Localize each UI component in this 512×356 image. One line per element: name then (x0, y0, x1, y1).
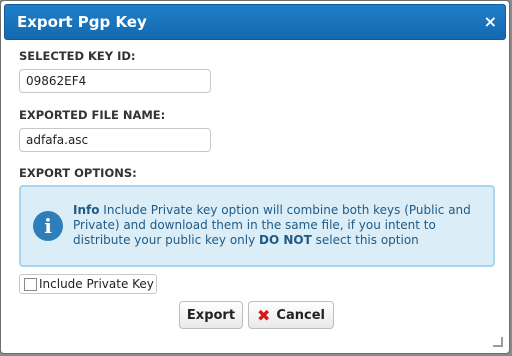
info-text: Info Include Private key option will com… (73, 203, 483, 248)
info-emphasis: DO NOT (259, 233, 312, 247)
exported-file-name-label: EXPORTED FILE NAME: (19, 108, 166, 122)
info-icon: i (33, 211, 63, 241)
selected-key-id-field[interactable] (19, 69, 211, 93)
cancel-button-label: Cancel (276, 307, 325, 323)
export-options-label: EXPORT OPTIONS: (19, 166, 137, 180)
exported-file-name-field[interactable] (19, 128, 211, 152)
dialog-title: Export Pgp Key (17, 13, 147, 31)
include-private-key-label: Include Private Key (39, 277, 154, 291)
include-private-key-checkbox[interactable] (24, 277, 37, 291)
info-text-part-2: select this option (311, 233, 419, 247)
include-private-key-option[interactable]: Include Private Key (19, 274, 157, 294)
export-button-label: Export (186, 307, 236, 323)
export-pgp-key-dialog: Export Pgp Key × SELECTED KEY ID: EXPORT… (0, 0, 510, 354)
selected-key-id-label: SELECTED KEY ID: (19, 49, 136, 63)
info-heading: Info (73, 203, 100, 217)
resize-handle-icon[interactable] (493, 337, 503, 347)
dialog-title-bar[interactable]: Export Pgp Key × (4, 4, 506, 40)
x-icon: ✖ (257, 305, 271, 325)
cancel-button[interactable]: ✖ Cancel (248, 301, 334, 329)
close-icon[interactable]: × (484, 12, 497, 31)
info-box: i Info Include Private key option will c… (19, 185, 495, 267)
export-button[interactable]: Export (179, 301, 243, 329)
